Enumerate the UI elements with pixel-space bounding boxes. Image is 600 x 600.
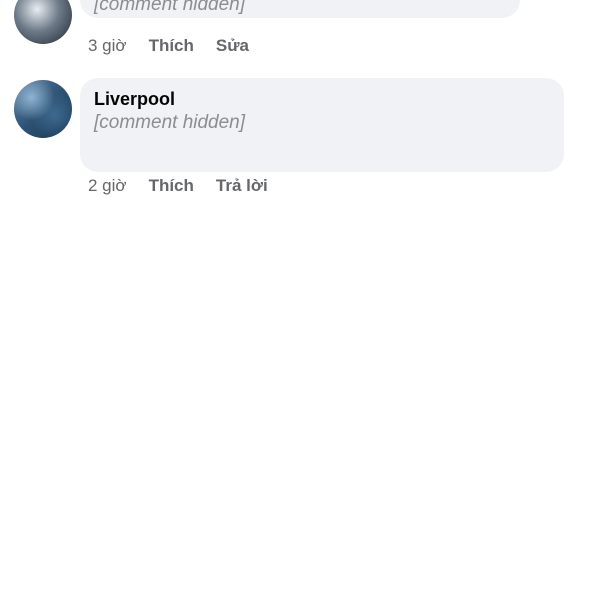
comment-text: [comment hidden] [94, 112, 246, 133]
comment-timestamp[interactable]: 3 giờ [88, 36, 127, 56]
comment-author[interactable]: Liverpool [94, 88, 548, 110]
edit-button[interactable]: Sửa [216, 36, 249, 56]
comment-actions: 2 giờ Thích Trả lời [88, 176, 290, 196]
comment-bubble: Liverpool [comment hidden] [80, 78, 564, 172]
comment-text: [comment hidden] [94, 0, 246, 15]
like-button[interactable]: Thích [149, 36, 194, 56]
avatar[interactable] [14, 0, 72, 44]
comment-bubble: [comment hidden] [80, 0, 520, 18]
comment-actions: 3 giờ Thích Sửa [88, 36, 271, 56]
like-button[interactable]: Thích [149, 176, 194, 196]
avatar[interactable] [14, 80, 72, 138]
reply-button[interactable]: Trả lời [216, 176, 268, 196]
comment-thread: [comment hidden] 3 giờ Thích Sửa Liverpo… [0, 0, 600, 600]
comment-timestamp[interactable]: 2 giờ [88, 176, 127, 196]
